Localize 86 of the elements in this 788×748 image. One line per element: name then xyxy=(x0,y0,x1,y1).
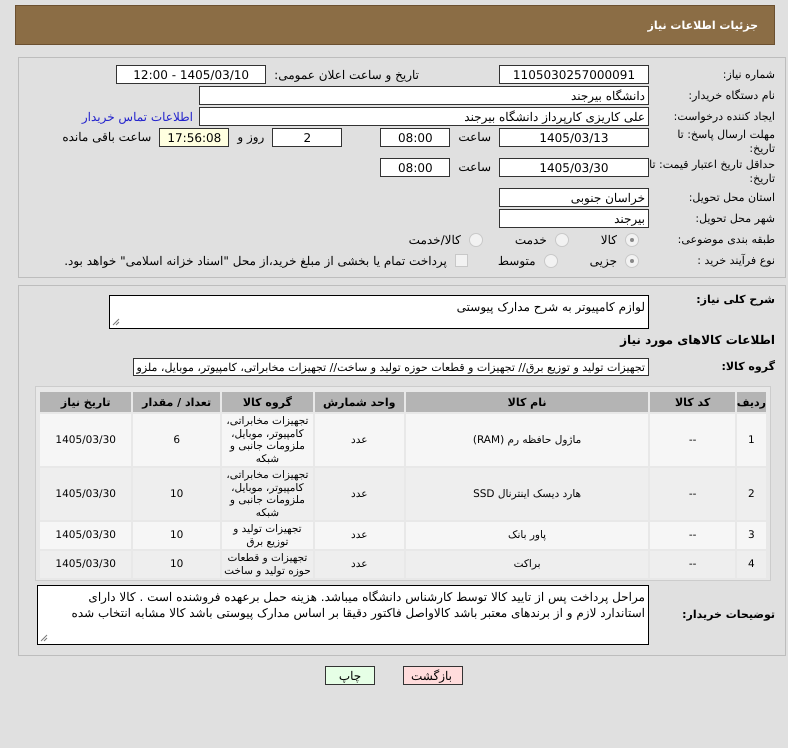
section-heading: اطلاعات کالاهای مورد نیاز xyxy=(618,333,776,347)
table-cell: 1405/03/30 xyxy=(40,468,132,520)
goods-group-field: تجهیزات تولید و توزیع برق// تجهیزات و قطعات حوزه تولید و ساخت// تجهیزات مخابراتی، کامپیوتر، موبایل، ملزو xyxy=(132,358,649,376)
table-cell: 6 xyxy=(133,414,220,466)
table-cell: -- xyxy=(650,414,735,466)
column-header: نام کالا xyxy=(406,392,648,412)
summary-field[interactable]: لوازم کامپیوتر به شرح مدارک پیوستی xyxy=(109,295,649,329)
page-title: جزئیات اطلاعات نیاز xyxy=(648,18,758,32)
table-cell: هارد دیسک اینترنال SSD xyxy=(406,468,648,520)
field-label: شرح کلی نیاز: xyxy=(695,293,776,307)
field-label: استان محل تحویل: xyxy=(688,190,776,204)
table-cell: 3 xyxy=(736,522,766,549)
back-button[interactable]: بازگشت xyxy=(403,666,463,685)
validity-time-field: 08:00 xyxy=(380,158,450,177)
table-cell: تجهیزات مخابراتی، کامپیوتر، موبایل، ملزومات جانبی و شبکه xyxy=(222,414,313,466)
radio-label: کالا xyxy=(600,232,617,246)
radio-button[interactable] xyxy=(554,232,569,246)
time-label: ساعت xyxy=(458,159,491,176)
column-header: کد کالا xyxy=(650,392,735,412)
field-label: نوع فرآیند خرید : xyxy=(696,254,776,268)
field-label: ایجاد کننده درخواست: xyxy=(672,110,776,124)
table-cell: 10 xyxy=(133,522,220,549)
column-header: تاریخ نیاز xyxy=(40,392,132,412)
validity-date-field: 1405/03/30 xyxy=(499,158,649,177)
buyer-field: دانشگاه بیرجند xyxy=(199,86,649,105)
column-header: تعداد / مقدار xyxy=(133,392,220,412)
radio-label: کالا/خدمت xyxy=(408,232,461,246)
radio-button[interactable] xyxy=(625,232,639,246)
table-cell: تجهیزات مخابراتی، کامپیوتر، موبایل، ملزومات جانبی و شبکه xyxy=(222,468,313,520)
city-field: بیرجند xyxy=(499,209,649,228)
table-cell: 1405/03/30 xyxy=(40,551,132,578)
table-cell: تجهیزات تولید و توزیع برق xyxy=(222,522,313,549)
column-header: ردیف xyxy=(736,392,766,412)
table-cell: ماژول حافظه رم (RAM) xyxy=(406,414,648,466)
notes-field[interactable]: مراحل پرداخت پس از تایید کالا توسط کارشناس دانشگاه میباشد. هزینه حمل برعهده فروشنده است . کالا دارای استاندارد لازم و از برندهای معتبر باشد کالاواصل فاکتور دقیقا بر اساس مدارک پیوستی باشد کالا مشابه انتخاب شده xyxy=(37,585,649,645)
field-label: گروه کالا: xyxy=(720,360,776,374)
table-cell: 4 xyxy=(736,551,766,578)
radio-button[interactable] xyxy=(468,232,483,246)
resize-grip-icon[interactable] xyxy=(40,634,48,642)
table-cell: براکت xyxy=(406,551,648,578)
column-header: گروه کالا xyxy=(222,392,313,412)
radio-label: متوسط xyxy=(498,254,536,268)
print-button[interactable]: چاپ xyxy=(325,666,375,685)
table-cell: 10 xyxy=(133,551,220,578)
field-label: مهلت ارسال پاسخ: تا تاریخ: xyxy=(676,128,776,156)
field-label: حداقل تاریخ اعتبار قیمت: تا تاریخ: xyxy=(649,158,776,186)
need-number-field: 1105030257000091 xyxy=(499,65,649,84)
radio-label: جزیی xyxy=(590,254,617,268)
table-cell: عدد xyxy=(314,551,404,578)
resize-grip-icon[interactable] xyxy=(112,318,120,326)
deadline-date-field: 1405/03/13 xyxy=(499,128,649,147)
table-cell: 1405/03/30 xyxy=(40,414,132,466)
field-label: نام دستگاه خریدار: xyxy=(687,88,776,102)
table-cell: 2 xyxy=(736,468,766,520)
announce-date-field: 1405/03/10 - 12:00 xyxy=(116,65,266,84)
creator-field: علی کاریزی کارپرداز دانشگاه بیرجند xyxy=(199,107,649,126)
buyer-contact-link[interactable]: اطلاعات تماس خریدار xyxy=(82,110,193,124)
table-cell: 10 xyxy=(133,468,220,520)
radio-button[interactable] xyxy=(625,254,639,268)
days-label: روز و xyxy=(237,129,264,146)
field-label: شماره نیاز: xyxy=(722,68,776,82)
table-cell: 1405/03/30 xyxy=(40,522,132,549)
radio-label: خدمت xyxy=(514,232,547,246)
field-label: تاریخ و ساعت اعلان عمومی: xyxy=(274,68,419,82)
field-label: شهر محل تحویل: xyxy=(694,212,776,226)
table-cell: -- xyxy=(650,522,735,549)
table-cell: 1 xyxy=(736,414,766,466)
table-cell: عدد xyxy=(314,522,404,549)
table-cell: تجهیزات و قطعات حوزه تولید و ساخت xyxy=(222,551,313,578)
radio-button[interactable] xyxy=(544,254,558,268)
deadline-time-field: 08:00 xyxy=(380,128,450,147)
table-cell: پاور بانک xyxy=(406,522,648,549)
table-cell: عدد xyxy=(314,468,404,520)
field-label: طبقه بندی موضوعی: xyxy=(676,232,776,246)
days-field: 2 xyxy=(272,128,342,147)
remaining-time-field: 17:56:08 xyxy=(159,128,230,147)
time-label: ساعت xyxy=(458,129,491,146)
remaining-label: ساعت باقی مانده xyxy=(62,129,152,146)
field-label: توضیحات خریدار: xyxy=(681,607,776,623)
table-cell: عدد xyxy=(314,414,404,466)
column-header: واحد شمارش xyxy=(314,392,404,412)
table-cell: -- xyxy=(650,468,735,520)
province-field: خراسان جنوبی xyxy=(499,188,649,207)
checkbox-label: پرداخت تمام یا بخشی از مبلغ خرید،از محل "اسناد خزانه اسلامی" خواهد بود. xyxy=(64,254,447,268)
checkbox[interactable] xyxy=(454,254,468,267)
table-cell: -- xyxy=(650,551,735,578)
